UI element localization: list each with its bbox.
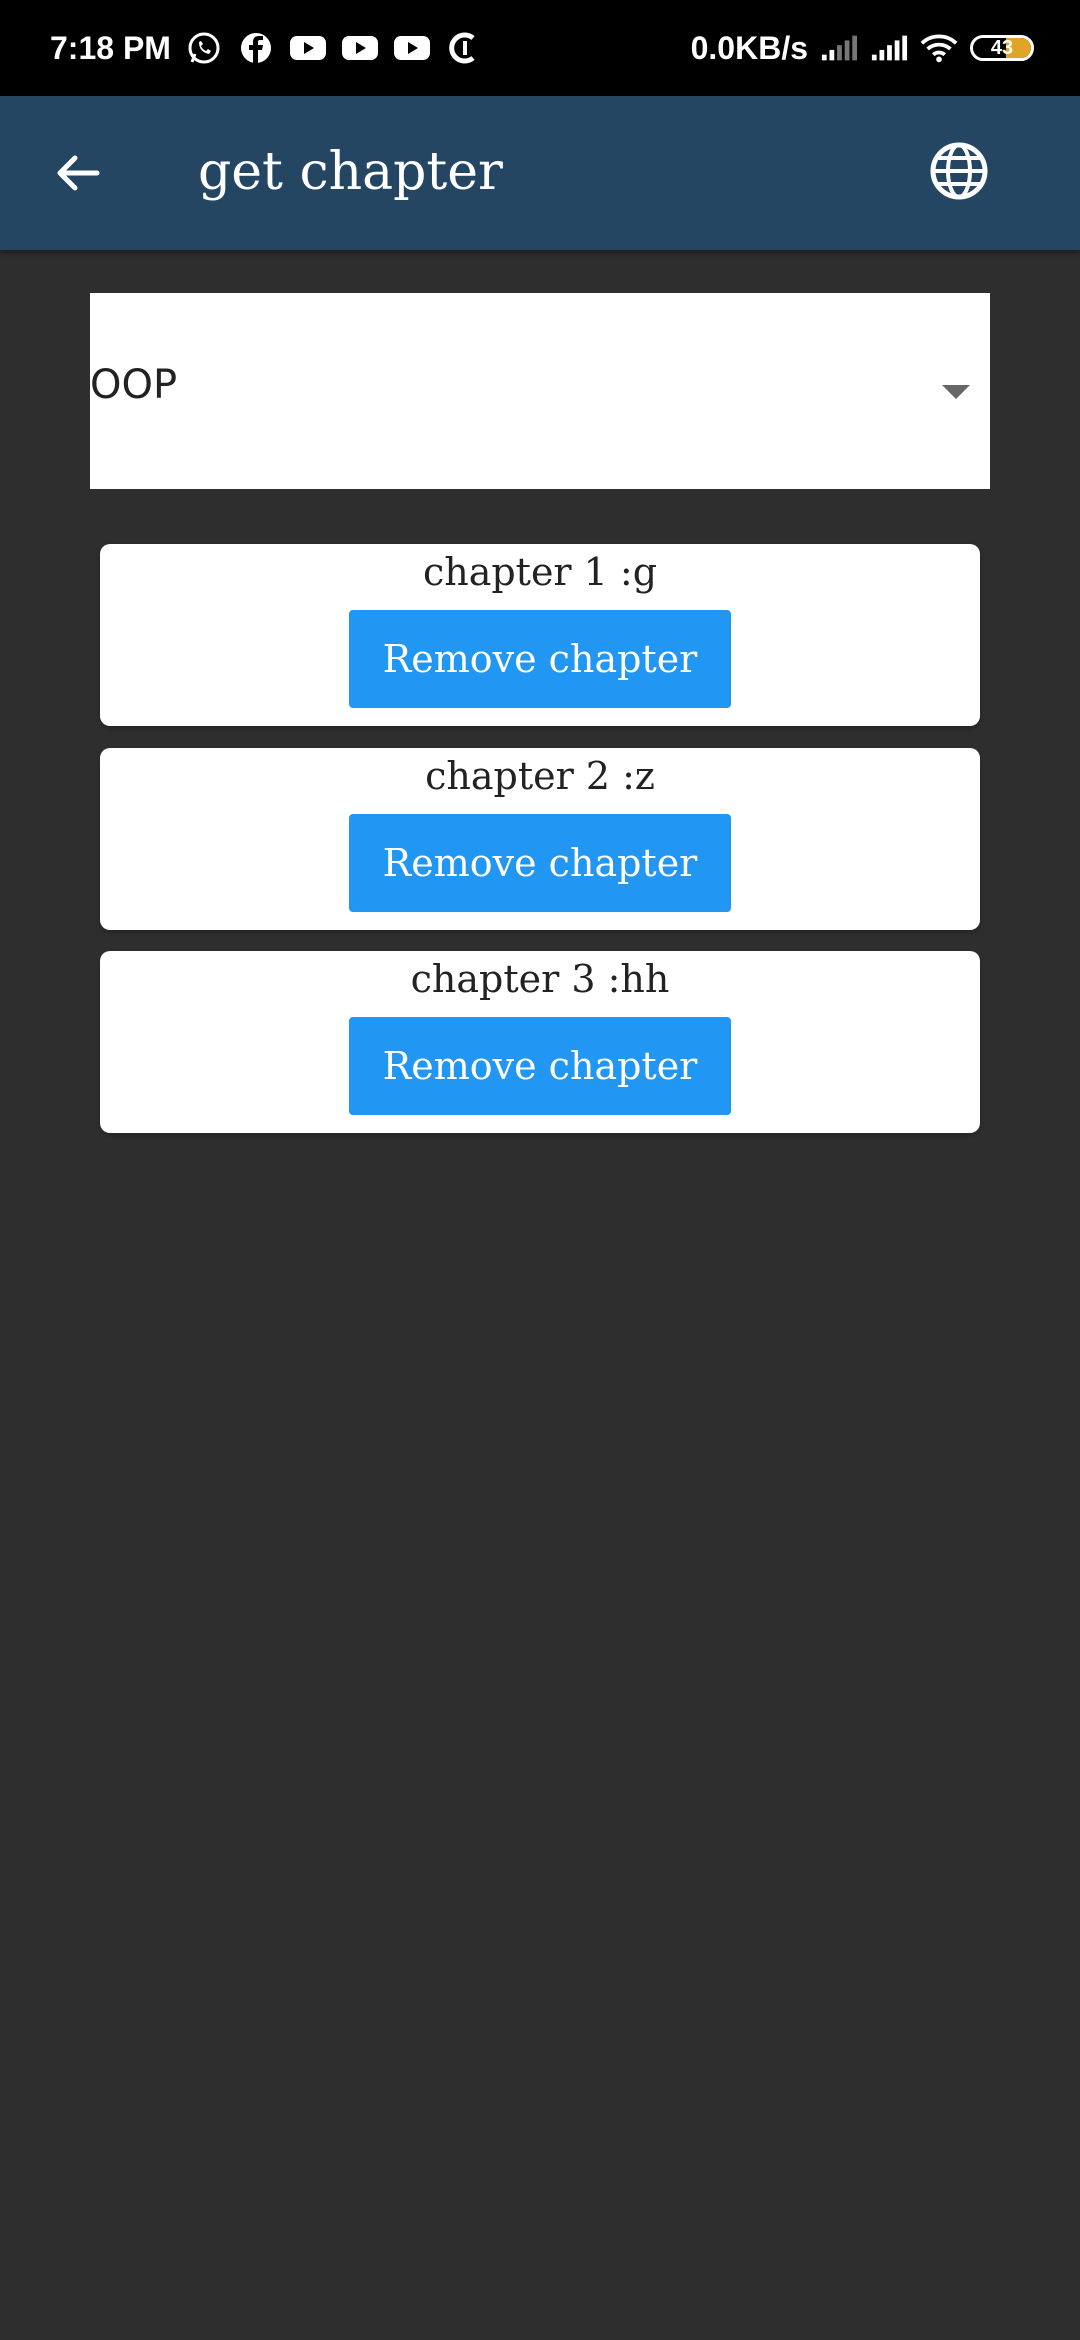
status-time: 7:18 PM [50,29,171,66]
chapter-title: chapter 3 :hh [410,957,670,1001]
caret-down-icon [942,385,970,399]
facebook-icon [237,29,275,67]
whatsapp-icon [185,29,223,67]
arrow-left-icon [57,155,100,191]
globe-icon [930,142,988,200]
remove-chapter-button[interactable]: Remove chapter [349,814,731,912]
language-button[interactable] [926,138,992,204]
status-bar: 7:18 PM 0.0KB/s 43 [0,0,1080,96]
youtube-icon [393,29,431,67]
signal-strong-icon [870,29,908,67]
app-c-icon [445,29,483,67]
network-speed: 0.0KB/s [690,29,808,66]
youtube-icon [341,29,379,67]
chapter-card: chapter 2 :z Remove chapter [100,748,980,930]
remove-chapter-button[interactable]: Remove chapter [349,1017,731,1115]
chapter-card: chapter 1 :g Remove chapter [100,544,980,726]
status-left: 7:18 PM [50,29,497,67]
back-button[interactable] [46,141,110,205]
app-bar: get chapter [0,96,1080,250]
battery-icon: 43 [970,35,1034,61]
chapter-card: chapter 3 :hh Remove chapter [100,951,980,1133]
youtube-icon [289,29,327,67]
remove-chapter-button[interactable]: Remove chapter [349,610,731,708]
chapter-title: chapter 1 :g [422,550,658,594]
wifi-icon [920,29,958,67]
status-right: 0.0KB/s 43 [679,29,1034,67]
subject-select-value: OOP [90,362,178,408]
battery-level: 43 [990,36,1014,59]
subject-select[interactable]: OOP [90,293,990,489]
page-title: get chapter [198,142,503,202]
signal-weak-icon [820,29,858,67]
chapter-title: chapter 2 :z [425,754,655,798]
